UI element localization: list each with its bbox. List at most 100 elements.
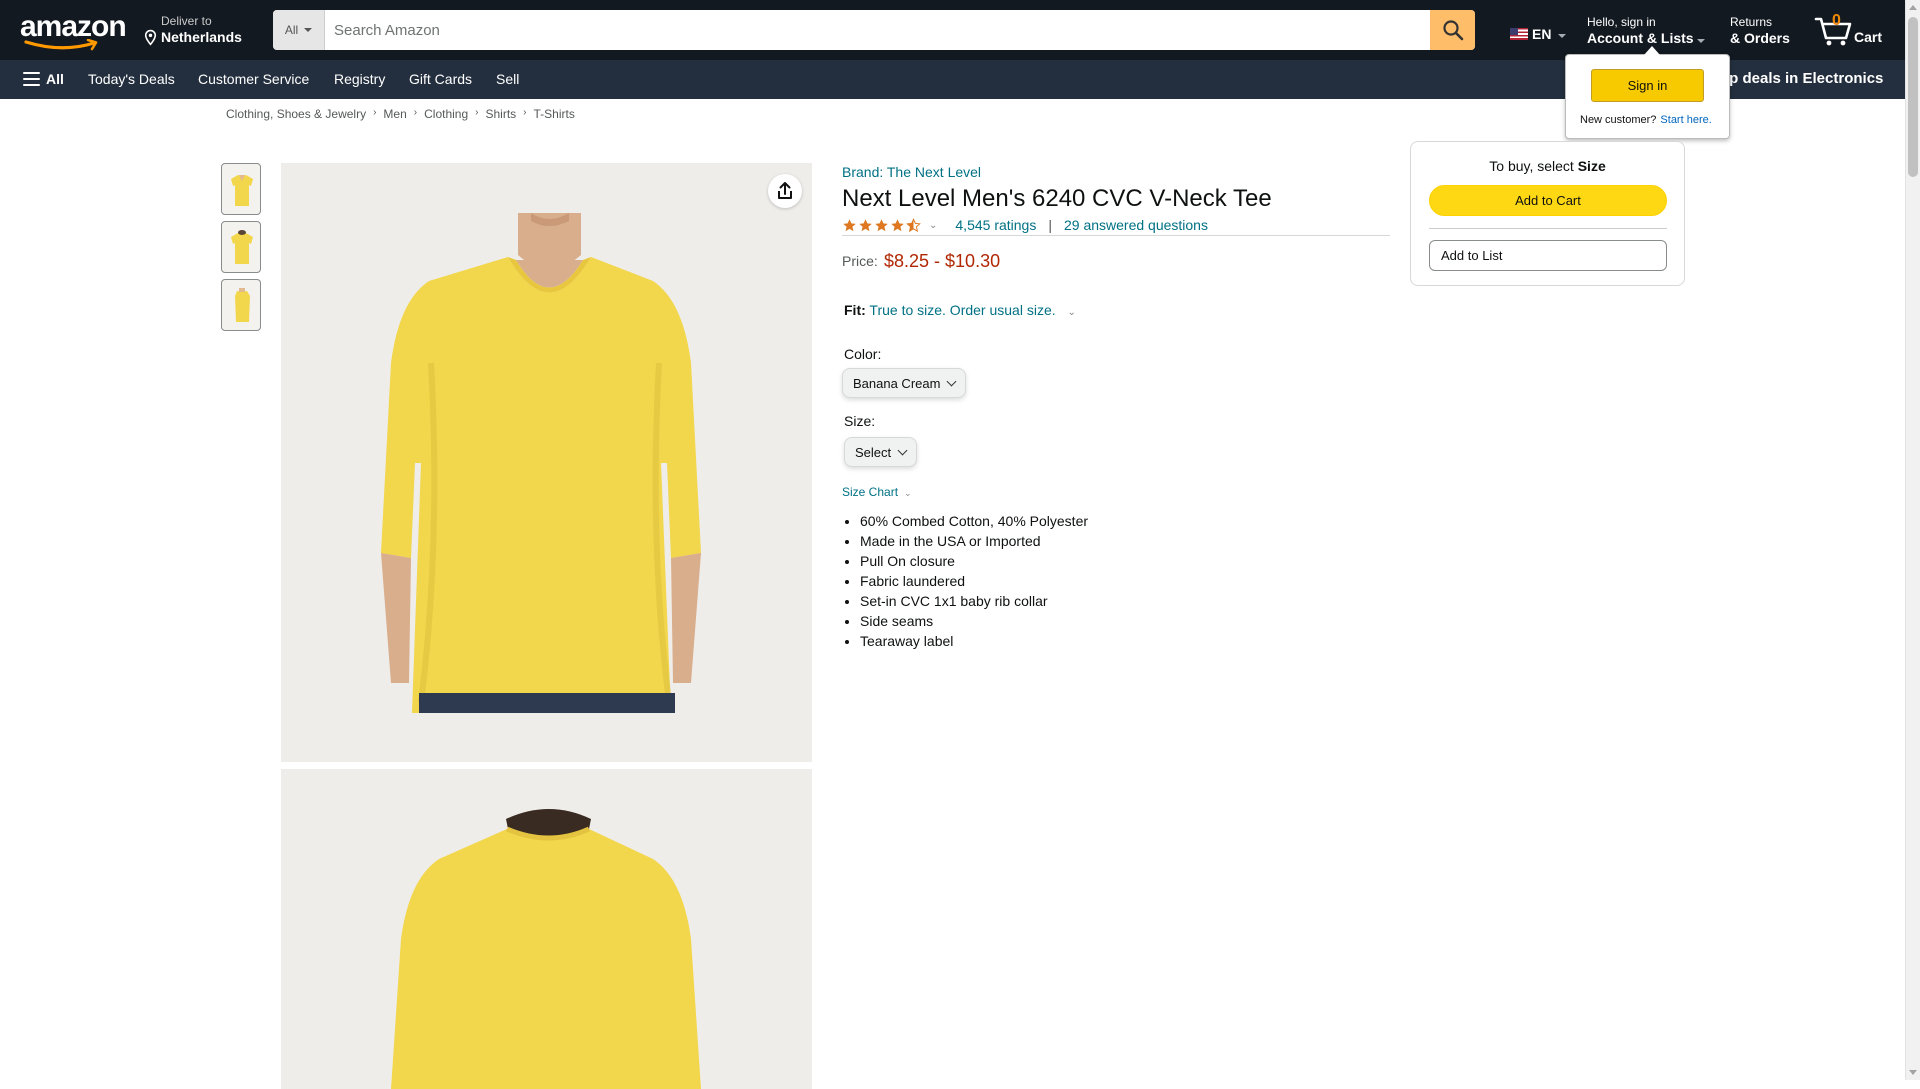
- breadcrumb-item[interactable]: Shirts: [485, 107, 516, 121]
- size-chart-link[interactable]: Size Chart ⌄: [842, 485, 912, 499]
- search-button[interactable]: [1430, 10, 1475, 50]
- page-scrollbar[interactable]: [1905, 0, 1920, 1080]
- breadcrumb-item[interactable]: Men: [383, 107, 406, 121]
- search-category-dropdown[interactable]: All: [273, 10, 325, 50]
- amazon-logo[interactable]: amazon: [20, 10, 127, 51]
- language-selector[interactable]: EN: [1510, 26, 1567, 42]
- to-buy-instruction: To buy, select Size: [1411, 158, 1684, 174]
- deliver-label: Deliver to: [161, 14, 212, 28]
- returns-and-orders[interactable]: Returns & Orders: [1730, 15, 1790, 47]
- product-title: Next Level Men's 6240 CVC V-Neck Tee: [842, 185, 1272, 212]
- signin-button[interactable]: Sign in: [1591, 69, 1704, 102]
- logo-wordmark: amazon: [20, 10, 127, 43]
- half-star-icon: [906, 217, 921, 232]
- size-label: Size:: [844, 413, 876, 429]
- star-icon: [859, 218, 872, 231]
- divider: [842, 235, 1390, 236]
- chevron-right-icon: ›: [523, 107, 527, 118]
- scroll-down-arrow-icon[interactable]: [1909, 1070, 1917, 1075]
- scroll-up-arrow-icon[interactable]: [1909, 5, 1917, 10]
- shirt-side-thumbnail: [235, 288, 250, 322]
- search-input[interactable]: [325, 10, 1430, 50]
- chevron-right-icon: ›: [475, 107, 479, 118]
- chevron-right-icon: ›: [413, 107, 418, 118]
- chevron-right-icon: ›: [373, 107, 377, 118]
- new-customer-label: New customer?: [1580, 114, 1657, 126]
- deliver-country: Netherlands: [161, 29, 242, 45]
- smile-arrow-icon: [24, 39, 98, 51]
- feature-bullet: Tearaway label: [860, 631, 1088, 651]
- cart-button[interactable]: 0 Cart: [1814, 12, 1886, 48]
- search-icon: [1442, 20, 1463, 41]
- star-icon: [843, 218, 856, 231]
- size-dropdown[interactable]: Select: [844, 437, 918, 467]
- image-thumbnail-front[interactable]: [221, 163, 261, 215]
- to-buy-required: Size: [1577, 158, 1606, 174]
- search-bar: All: [273, 10, 1475, 50]
- brand-link[interactable]: Brand: The Next Level: [842, 164, 981, 180]
- account-and-lists[interactable]: Hello, sign in Account & Lists: [1587, 15, 1705, 47]
- add-to-list-button[interactable]: Add to List: [1429, 240, 1667, 271]
- deliver-to-location[interactable]: Deliver to Netherlands: [142, 14, 242, 46]
- signin-flyout: Sign in New customer? Start here.: [1565, 46, 1730, 139]
- nav-promo-electronics[interactable]: op deals in Electronics: [1720, 70, 1883, 87]
- nav-link-sell[interactable]: Sell: [496, 71, 519, 87]
- fit-info[interactable]: Fit: True to size. Order usual size. ⌄: [844, 302, 1076, 318]
- star-icon: [891, 218, 904, 231]
- caret-down-icon: [1558, 34, 1567, 38]
- new-customer-text: New customer? Start here.: [1580, 114, 1712, 126]
- account-label: Account & Lists: [1587, 30, 1694, 46]
- location-pin-icon: [144, 29, 157, 46]
- answered-questions-link[interactable]: 29 answered questions: [1064, 217, 1208, 233]
- to-buy-text: To buy, select: [1489, 158, 1574, 174]
- nav-link-gift-cards[interactable]: Gift Cards: [409, 71, 472, 87]
- us-flag-icon: [1510, 28, 1528, 40]
- size-selected-value: Select: [855, 444, 892, 460]
- chevron-down-icon: ⌄: [1067, 307, 1076, 318]
- fit-value: True to size. Order usual size.: [869, 302, 1056, 318]
- ratings-count-link[interactable]: 4,545 ratings: [955, 217, 1036, 233]
- shirt-back-thumbnail: [231, 230, 253, 264]
- start-here-link[interactable]: Start here.: [1660, 114, 1711, 126]
- orders-label: & Orders: [1730, 30, 1790, 46]
- chevron-down-icon[interactable]: ⌄: [929, 220, 937, 231]
- account-greeting: Hello, sign in: [1587, 15, 1656, 29]
- add-to-cart-button[interactable]: Add to Cart: [1429, 185, 1667, 216]
- nav-link-registry[interactable]: Registry: [334, 71, 385, 87]
- image-thumbnail-side[interactable]: [221, 279, 261, 331]
- all-menu-label: All: [46, 71, 64, 87]
- breadcrumb-item[interactable]: Clothing, Shoes & Jewelry: [226, 107, 366, 121]
- share-button[interactable]: [768, 174, 802, 208]
- breadcrumb-item[interactable]: T-Shirts: [534, 107, 575, 121]
- feature-bullet: Pull On closure: [860, 551, 1088, 571]
- search-category-label: All: [284, 23, 299, 37]
- color-dropdown[interactable]: Banana Cream: [842, 368, 967, 398]
- feature-bullets: 60% Combed Cotton, 40% Polyester Made in…: [860, 511, 1088, 651]
- tshirt-back-image: [391, 809, 701, 1089]
- language-code: EN: [1532, 26, 1552, 42]
- image-thumbnail-back[interactable]: [221, 221, 261, 273]
- top-navbar: amazon Deliver to Netherlands All Search…: [0, 0, 1905, 60]
- share-icon: [778, 182, 792, 199]
- all-menu-button[interactable]: All: [23, 71, 64, 87]
- feature-bullet: Side seams: [860, 611, 1088, 631]
- returns-label: Returns: [1730, 15, 1773, 29]
- price-label: Price:: [842, 253, 878, 269]
- tshirt-front-image: [381, 213, 701, 713]
- feature-bullet: 60% Combed Cotton, 40% Polyester: [860, 511, 1088, 531]
- main-product-image[interactable]: [281, 163, 812, 762]
- buy-box: To buy, select Size Add to Cart Add to L…: [1410, 141, 1685, 286]
- scrollbar-thumb[interactable]: [1908, 17, 1918, 177]
- nav-link-todays-deals[interactable]: Today's Deals: [88, 71, 175, 87]
- price-range: $8.25 - $10.30: [884, 251, 1001, 271]
- feature-bullet: Set-in CVC 1x1 baby rib collar: [860, 591, 1088, 611]
- star-rating[interactable]: [842, 217, 921, 233]
- size-chart-label: Size Chart: [842, 485, 899, 499]
- secondary-product-image[interactable]: [281, 769, 812, 1089]
- nav-link-customer-service[interactable]: Customer Service: [198, 71, 309, 87]
- chevron-down-icon: [897, 445, 908, 455]
- divider: [1429, 228, 1667, 229]
- feature-bullet: Fabric laundered: [860, 571, 1088, 591]
- rating-row: ⌄ 4,545 ratings | 29 answered questions: [842, 217, 1208, 233]
- breadcrumb-item[interactable]: Clothing: [424, 107, 468, 121]
